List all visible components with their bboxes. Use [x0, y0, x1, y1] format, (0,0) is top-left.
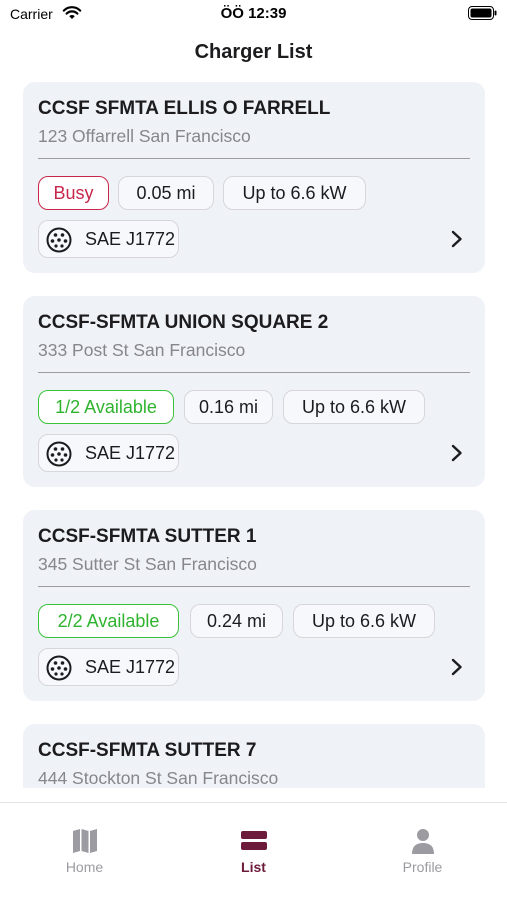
status-badge: 2/2 Available	[38, 604, 179, 638]
chevron-right-icon[interactable]	[451, 444, 463, 462]
power-chip: Up to 6.6 kW	[223, 176, 366, 210]
tab-home[interactable]: Home	[0, 803, 169, 900]
status-bar: Carrier ÖÖ 12:39	[0, 0, 507, 30]
power-chip: Up to 6.6 kW	[293, 604, 435, 638]
connector-chip: SAE J1772	[38, 434, 179, 472]
power-chip: Up to 6.6 kW	[283, 390, 425, 424]
plug-connector-icon	[46, 441, 72, 467]
tab-list-label: List	[241, 859, 266, 875]
charger-list[interactable]: CCSF SFMTA ELLIS O FARRELL 123 Offarrell…	[0, 82, 507, 788]
plug-connector-icon	[46, 227, 72, 253]
chevron-right-icon[interactable]	[451, 658, 463, 676]
chevron-right-icon[interactable]	[451, 230, 463, 248]
card-divider	[38, 158, 470, 159]
charger-address: 345 Sutter St San Francisco	[38, 554, 257, 574]
charger-address: 123 Offarrell San Francisco	[38, 126, 251, 146]
status-time: ÖÖ 12:39	[220, 5, 287, 22]
distance-chip: 0.16 mi	[184, 390, 273, 424]
plug-connector-icon	[46, 655, 72, 681]
map-icon	[73, 829, 97, 853]
connector-label: SAE J1772	[85, 443, 176, 463]
distance-chip: 0.05 mi	[118, 176, 214, 210]
card-divider	[38, 586, 470, 587]
charger-card[interactable]: CCSF SFMTA ELLIS O FARRELL 123 Offarrell…	[23, 82, 485, 273]
list-icon	[241, 831, 267, 850]
tab-list[interactable]: List	[169, 803, 338, 900]
connector-label: SAE J1772	[85, 657, 176, 677]
charger-name: CCSF-SFMTA SUTTER 7	[38, 740, 257, 761]
charger-address: 444 Stockton St San Francisco	[38, 768, 279, 788]
tab-bar: Home List Profile	[0, 802, 507, 900]
battery-icon	[468, 6, 497, 20]
charger-name: CCSF-SFMTA SUTTER 1	[38, 526, 257, 547]
page-title: Charger List	[194, 41, 313, 63]
connector-chip: SAE J1772	[38, 648, 179, 686]
charger-card[interactable]: CCSF-SFMTA UNION SQUARE 2 333 Post St Sa…	[23, 296, 485, 487]
charger-name: CCSF SFMTA ELLIS O FARRELL	[38, 98, 331, 119]
status-badge: Busy	[38, 176, 109, 210]
tab-profile-label: Profile	[402, 859, 443, 875]
charger-name: CCSF-SFMTA UNION SQUARE 2	[38, 312, 329, 333]
connector-chip: SAE J1772	[38, 220, 179, 258]
connector-label: SAE J1772	[85, 229, 176, 249]
person-icon	[412, 829, 434, 854]
tab-home-label: Home	[65, 859, 104, 875]
card-divider	[38, 372, 470, 373]
status-badge: 1/2 Available	[38, 390, 174, 424]
charger-address: 333 Post St San Francisco	[38, 340, 246, 360]
tab-profile[interactable]: Profile	[338, 803, 507, 900]
charger-card[interactable]: CCSF-SFMTA SUTTER 1 345 Sutter St San Fr…	[23, 510, 485, 701]
charger-card[interactable]: CCSF-SFMTA SUTTER 7 444 Stockton St San …	[23, 724, 485, 788]
distance-chip: 0.24 mi	[190, 604, 283, 638]
